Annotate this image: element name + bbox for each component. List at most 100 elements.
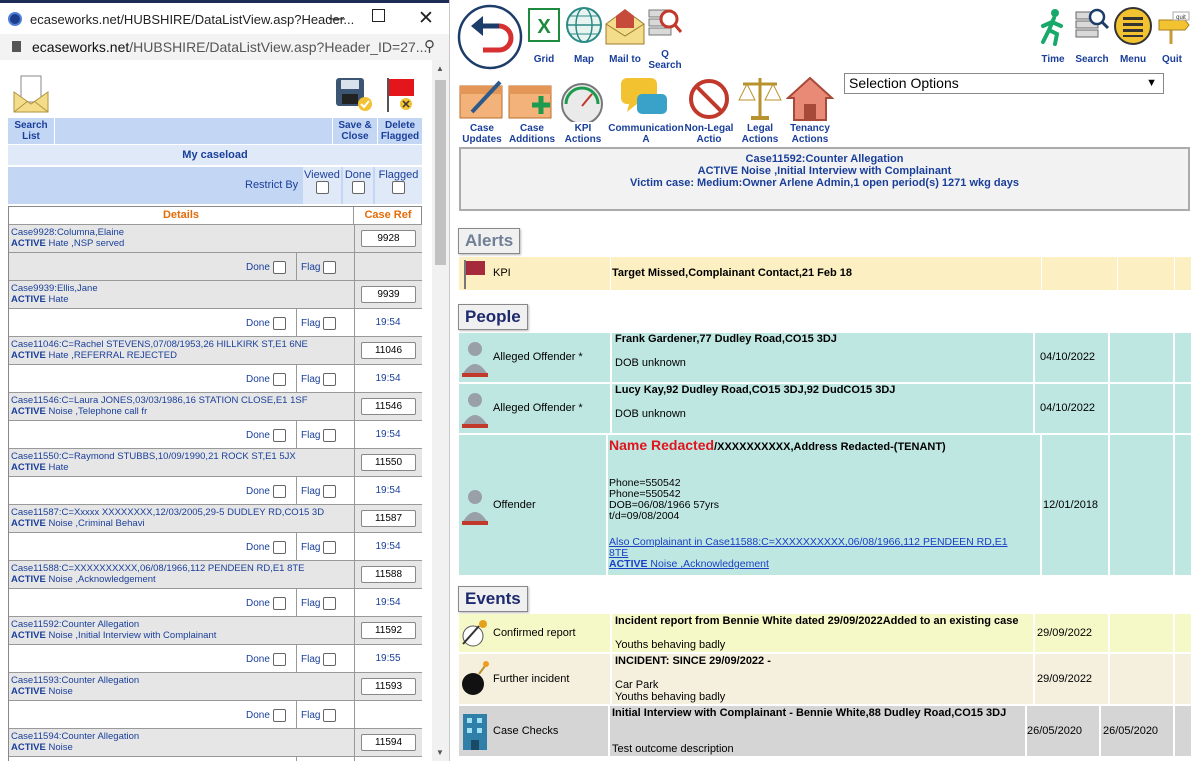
case-ref-button[interactable]: 9939 xyxy=(361,286,416,303)
minimize-icon[interactable]: — xyxy=(329,10,345,28)
case-ref-button[interactable]: 11592 xyxy=(361,622,416,639)
case-ref-button[interactable]: 11588 xyxy=(361,566,416,583)
left-scrollbar-thumb[interactable] xyxy=(435,80,446,265)
save-close-icon[interactable] xyxy=(334,76,374,112)
case-updates-label[interactable]: Case Updates xyxy=(457,123,507,145)
quit-icon[interactable]: quit xyxy=(1155,10,1191,46)
map-icon[interactable] xyxy=(565,6,603,44)
case-ref-button[interactable]: 11046 xyxy=(361,342,416,359)
non-legal-icon[interactable] xyxy=(687,78,731,120)
flag-checkbox[interactable] xyxy=(323,709,337,722)
case-row-details[interactable]: Case11592:Counter Allegation ACTIVE Noise… xyxy=(11,619,349,641)
done-checkbox[interactable] xyxy=(272,261,286,274)
time-label[interactable]: Time xyxy=(1035,54,1071,65)
case-row-details[interactable]: Case9939:Ellis,Jane ACTIVE Hate xyxy=(11,283,349,305)
case-row-details[interactable]: Case11546:C=Laura JONES,03/03/1986,16 ST… xyxy=(11,395,349,417)
done-checkbox[interactable] xyxy=(272,541,286,554)
done-checkbox[interactable] xyxy=(272,373,286,386)
communication-label[interactable]: Communication A xyxy=(608,123,684,145)
q-search-icon[interactable] xyxy=(647,6,683,44)
case-ref-button[interactable]: 11587 xyxy=(361,510,416,527)
case-row-details[interactable]: Case11587:C=Xxxxx XXXXXXXX,12/03/2005,29… xyxy=(11,507,349,529)
maximize-icon[interactable] xyxy=(372,9,385,22)
kpi-actions-label[interactable]: KPI Actions xyxy=(558,123,608,145)
search-list-button[interactable]: Search List xyxy=(8,118,54,144)
event-row-case-checks[interactable]: Case Checks Initial Interview with Compl… xyxy=(459,706,1191,756)
map-label[interactable]: Map xyxy=(565,54,603,65)
case-ref-button[interactable]: 11593 xyxy=(361,678,416,695)
case-updates-icon[interactable] xyxy=(458,78,506,120)
case-ref-button[interactable]: 11546 xyxy=(361,398,416,415)
mail-to-icon[interactable] xyxy=(604,6,646,46)
flagged-checkbox[interactable] xyxy=(392,181,405,194)
non-legal-label[interactable]: Non-Legal Actio xyxy=(683,123,735,145)
search-list-icon[interactable] xyxy=(12,74,50,114)
kpi-actions-icon[interactable] xyxy=(558,80,606,122)
done-checkbox[interactable] xyxy=(272,317,286,330)
case-row[interactable]: Case9939:Ellis,Jane ACTIVE Hate 9939 xyxy=(9,280,422,309)
case-row-details[interactable]: Case11550:C=Raymond STUBBS,10/09/1990,21… xyxy=(11,451,349,473)
save-close-button[interactable]: Save & Close xyxy=(333,118,377,144)
delete-flagged-button[interactable]: Delete Flagged xyxy=(378,118,422,144)
event-row-confirmed-report[interactable]: Confirmed report Incident report from Be… xyxy=(459,614,1191,652)
grid-label[interactable]: Grid xyxy=(525,54,563,65)
mail-to-label[interactable]: Mail to xyxy=(603,54,647,65)
grid-icon[interactable]: X xyxy=(528,8,560,42)
menu-icon[interactable] xyxy=(1113,6,1153,46)
flag-checkbox[interactable] xyxy=(323,261,337,274)
done-checkbox[interactable] xyxy=(351,181,365,194)
case-row-details[interactable]: Case11594:Counter Allegation ACTIVE Noise xyxy=(11,731,349,753)
legal-actions-label[interactable]: Legal Actions xyxy=(735,123,785,145)
case-additions-label[interactable]: Case Additions xyxy=(507,123,557,145)
close-icon[interactable]: ✕ xyxy=(418,7,434,30)
case-ref-button[interactable]: 11594 xyxy=(361,734,416,751)
search-icon[interactable] xyxy=(1074,6,1110,44)
flag-checkbox[interactable] xyxy=(323,317,337,330)
address-bar[interactable]: ecaseworks.net/HUBSHIRE/DataListView.asp… xyxy=(0,34,449,60)
case-row[interactable]: Case11588:C=XXXXXXXXXX,06/08/1966,112 PE… xyxy=(9,560,422,589)
legal-icon[interactable] xyxy=(737,74,783,122)
flag-checkbox[interactable] xyxy=(323,485,337,498)
done-checkbox[interactable] xyxy=(272,429,286,442)
event-row-further-incident[interactable]: Further incident INCIDENT: SINCE 29/09/2… xyxy=(459,654,1191,704)
flag-checkbox[interactable] xyxy=(323,429,337,442)
case-ref-button[interactable]: 11550 xyxy=(361,454,416,471)
quit-label[interactable]: Quit xyxy=(1153,54,1191,65)
alert-row-kpi[interactable]: KPI Target Missed,Complainant Contact,21… xyxy=(459,257,1191,290)
q-search-label[interactable]: Q Search xyxy=(645,49,685,71)
flag-checkbox[interactable] xyxy=(323,541,337,554)
case-row[interactable]: Case11593:Counter Allegation ACTIVE Noise… xyxy=(9,672,422,701)
case-additions-icon[interactable] xyxy=(507,78,557,120)
person-row-3[interactable]: Offender Name Redacted/XXXXXXXXXX,Addres… xyxy=(459,435,1191,575)
case-row[interactable]: Case11550:C=Raymond STUBBS,10/09/1990,21… xyxy=(9,448,422,477)
case-row[interactable]: Case11046:C=Rachel STEVENS,07/08/1953,26… xyxy=(9,336,422,365)
back-icon[interactable] xyxy=(457,4,523,70)
left-scrollbar[interactable]: ▲ ▼ xyxy=(432,60,449,761)
case-row-details[interactable]: Case9928:Columna,Elaine ACTIVE Hate ,NSP … xyxy=(11,227,349,249)
done-checkbox[interactable] xyxy=(272,709,286,722)
time-icon[interactable] xyxy=(1035,8,1069,46)
flag-checkbox[interactable] xyxy=(323,597,337,610)
case-row[interactable]: Case9928:Columna,Elaine ACTIVE Hate ,NSP … xyxy=(9,224,422,253)
viewed-checkbox[interactable] xyxy=(315,181,329,194)
alerts-section-button[interactable]: Alerts xyxy=(458,228,521,254)
done-checkbox[interactable] xyxy=(272,485,286,498)
search-label[interactable]: Search xyxy=(1072,54,1112,65)
case-row-details[interactable]: Case11046:C=Rachel STEVENS,07/08/1953,26… xyxy=(11,339,349,361)
events-section-button[interactable]: Events xyxy=(458,586,528,612)
also-complainant-link[interactable]: Also Complainant in Case11588:C=XXXXXXXX… xyxy=(609,537,1029,570)
case-row-details[interactable]: Case11588:C=XXXXXXXXXX,06/08/1966,112 PE… xyxy=(11,563,349,585)
flag-checkbox[interactable] xyxy=(323,653,337,666)
done-checkbox[interactable] xyxy=(272,653,286,666)
people-section-button[interactable]: People xyxy=(458,304,528,330)
delete-flagged-icon[interactable] xyxy=(384,76,418,114)
person-row-1[interactable]: Alleged Offender * Frank Gardener,77 Dud… xyxy=(459,333,1191,382)
tenancy-actions-label[interactable]: Tenancy Actions xyxy=(785,123,835,145)
case-row-details[interactable]: Case11593:Counter Allegation ACTIVE Noise xyxy=(11,675,349,697)
zoom-icon[interactable]: ⚲ xyxy=(424,37,435,55)
case-row[interactable]: Case11592:Counter Allegation ACTIVE Noise… xyxy=(9,616,422,645)
done-checkbox[interactable] xyxy=(272,597,286,610)
case-row[interactable]: Case11587:C=Xxxxx XXXXXXXX,12/03/2005,29… xyxy=(9,504,422,533)
flag-checkbox[interactable] xyxy=(323,373,337,386)
communication-icon[interactable] xyxy=(619,76,671,120)
